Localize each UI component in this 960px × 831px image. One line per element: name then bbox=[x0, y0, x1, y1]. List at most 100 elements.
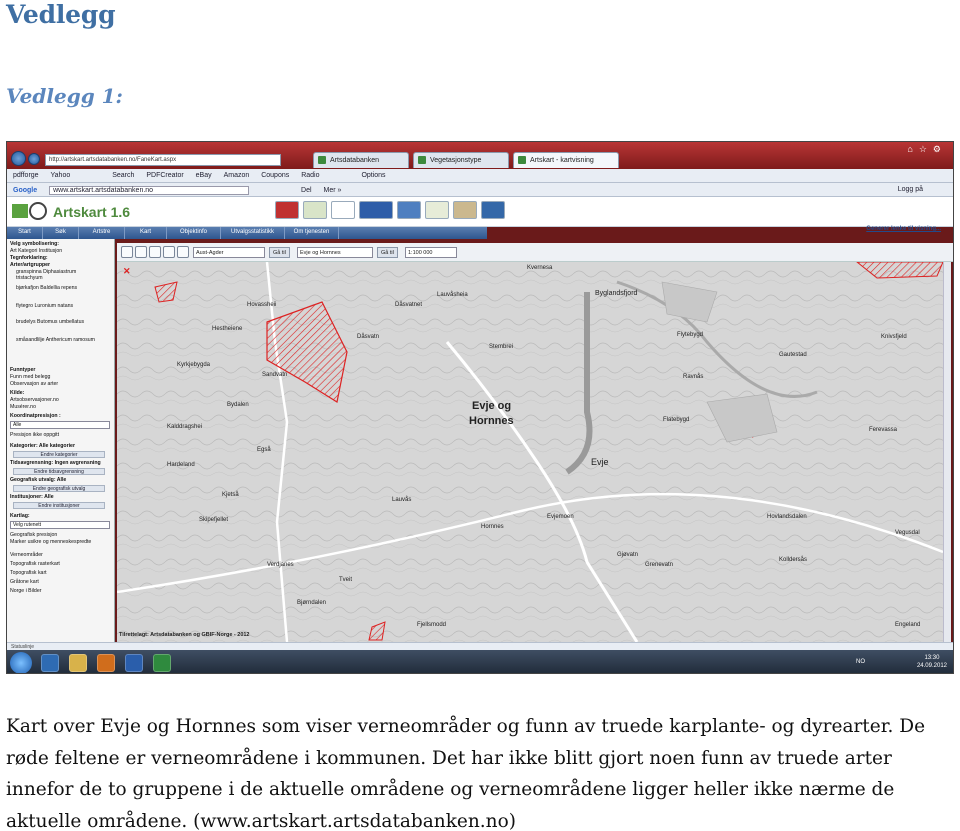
forward-icon[interactable] bbox=[28, 153, 40, 165]
tb-search[interactable]: Search bbox=[112, 172, 134, 179]
toolbar-google: Google www.artskart.artsdatabanken.no De… bbox=[7, 183, 953, 197]
clock-date: 24.09.2012 bbox=[916, 663, 947, 669]
checkbox-artsobservasjoner[interactable]: Artsobservasjoner.no bbox=[10, 397, 59, 403]
tab-utvalgsstatistikk[interactable]: Utvalgsstatistikk bbox=[221, 227, 285, 239]
sidebar-label: Funntyper bbox=[10, 367, 36, 373]
change-geo-button[interactable]: Endre geografisk utvalg bbox=[13, 485, 105, 492]
checkbox-museer[interactable]: Musérer.no bbox=[10, 404, 36, 410]
go-to-municipality-button[interactable]: Gå til bbox=[377, 247, 398, 258]
map-canvas[interactable]: Evje og Hornnes Evje Hornnes Byglandsfjo… bbox=[117, 262, 943, 642]
checkbox-geo-precision[interactable]: Geografisk presisjon bbox=[10, 532, 57, 538]
browser-tab-bar: http://artskart.artsdatabanken.no/FaneKa… bbox=[7, 142, 953, 169]
clock-time: 13:30 bbox=[924, 655, 940, 661]
tab-artstre[interactable]: Artstre bbox=[79, 227, 125, 239]
map-label: Hornnes bbox=[469, 415, 514, 427]
word-icon[interactable] bbox=[125, 654, 143, 672]
partner-logo[interactable] bbox=[303, 201, 327, 219]
tab-artskart[interactable]: Artskart - kartvisning bbox=[513, 152, 619, 168]
tb-ebay[interactable]: eBay bbox=[196, 172, 212, 179]
map-label: Byglandsfjord bbox=[595, 290, 638, 297]
sidebar-label: Geografisk utvalg: Alle bbox=[10, 477, 67, 483]
start-button-icon[interactable] bbox=[10, 652, 32, 673]
language-indicator[interactable]: NO bbox=[856, 659, 865, 665]
tab-artsdatabanken[interactable]: Artsdatabanken bbox=[313, 152, 409, 168]
map-label: Ferevassa bbox=[869, 427, 898, 433]
ie-icon[interactable] bbox=[41, 654, 59, 672]
tab-start[interactable]: Start bbox=[7, 227, 43, 239]
map-label: Flatebygd bbox=[663, 417, 690, 423]
checkbox-observasjon[interactable]: Observasjon av arter bbox=[10, 381, 58, 387]
zoom-out-icon[interactable] bbox=[163, 246, 175, 258]
address-bar[interactable]: http://artskart.artsdatabanken.no/FaneKa… bbox=[45, 154, 281, 166]
map-label: Dåsvatn bbox=[357, 334, 380, 340]
tb-mer[interactable]: Mer » bbox=[324, 187, 342, 194]
google-search-input[interactable]: www.artskart.artsdatabanken.no bbox=[49, 186, 250, 195]
partner-logo[interactable] bbox=[397, 201, 421, 219]
partner-logos bbox=[275, 201, 505, 221]
tab-objektinfo[interactable]: Objektinfo bbox=[167, 227, 221, 239]
checkbox-funn[interactable]: Funn med belegg bbox=[10, 374, 50, 380]
tb-options[interactable]: Options bbox=[361, 172, 385, 179]
sidebar-label: Velg symbolisering: bbox=[10, 241, 60, 247]
checkbox-presisjon[interactable]: Presisjon ikke oppgitt bbox=[10, 432, 59, 438]
map-label: Vegusdal bbox=[895, 530, 920, 536]
change-time-button[interactable]: Endre tidsavgrensning bbox=[13, 468, 105, 475]
back-icon[interactable] bbox=[11, 151, 26, 166]
map-label: Gjøvatn bbox=[617, 552, 639, 558]
radio-norge-i-bilder[interactable]: Norge i Bilder bbox=[10, 588, 41, 594]
tb-pdfforge[interactable]: pdfforge bbox=[13, 172, 39, 179]
map-scrollbar[interactable] bbox=[943, 262, 951, 642]
status-bar: Statuslinje bbox=[7, 642, 953, 650]
tb-coupons[interactable]: Coupons bbox=[261, 172, 289, 179]
tb-amazon[interactable]: Amazon bbox=[224, 172, 250, 179]
tb-pdfcreator[interactable]: PDFCreator bbox=[146, 172, 183, 179]
county-select[interactable]: Aust-Agder bbox=[193, 247, 265, 258]
media-player-icon[interactable] bbox=[97, 654, 115, 672]
pan-icon[interactable] bbox=[135, 246, 147, 258]
generate-link[interactable]: Generer lenke til visning... bbox=[866, 226, 941, 232]
symbolization-radios[interactable]: Art Kategori Institusjon bbox=[10, 248, 62, 254]
partner-logo[interactable] bbox=[453, 201, 477, 219]
go-to-county-button[interactable]: Gå til bbox=[269, 247, 290, 258]
window-controls[interactable]: ⌂☆⚙ bbox=[907, 144, 947, 155]
map-label: Lauvåsheia bbox=[437, 292, 468, 298]
partner-logo[interactable] bbox=[481, 201, 505, 219]
excel-icon[interactable] bbox=[153, 654, 171, 672]
close-icon[interactable]: ✕ bbox=[123, 266, 131, 277]
tab-vegetasjonstype[interactable]: Vegetasjonstype bbox=[413, 152, 509, 168]
checkbox-mark-uncertain[interactable]: Marker usikre og menneskespredte bbox=[10, 539, 91, 545]
sidebar-label: Koordinatpresisjon : bbox=[10, 413, 61, 419]
sidebar-label: Tidsavgrensning: Ingen avgrensning bbox=[10, 460, 101, 466]
radio-raster[interactable]: Topografisk rasterkart bbox=[10, 561, 60, 567]
municipality-select[interactable]: Evje og Hornnes bbox=[297, 247, 373, 258]
map-label: Knivsfjeld bbox=[881, 334, 907, 340]
map-label: Engeland bbox=[895, 622, 921, 628]
tb-yahoo[interactable]: Yahoo bbox=[51, 172, 71, 179]
tb-logg-pa[interactable]: Logg på bbox=[898, 186, 923, 193]
map-label: Skipefjellet bbox=[199, 517, 229, 523]
tab-om-tjenesten[interactable]: Om tjenesten bbox=[285, 227, 339, 239]
select-icon[interactable] bbox=[177, 246, 189, 258]
grid-select[interactable]: Velg rutenett bbox=[10, 521, 110, 529]
radio-gratone[interactable]: Gråtone kart bbox=[10, 579, 39, 585]
scale-select[interactable]: 1:100 000 bbox=[405, 247, 457, 258]
zoom-in-icon[interactable] bbox=[149, 246, 161, 258]
change-categories-button[interactable]: Endre kategorier bbox=[13, 451, 105, 458]
partner-logo[interactable] bbox=[425, 201, 449, 219]
partner-logo[interactable] bbox=[359, 201, 393, 219]
tb-radio[interactable]: Radio bbox=[301, 172, 319, 179]
radio-topo[interactable]: Topografisk kart bbox=[10, 570, 47, 576]
tab-kart[interactable]: Kart bbox=[125, 227, 167, 239]
precision-select[interactable]: Alle bbox=[10, 421, 110, 429]
info-icon[interactable] bbox=[121, 246, 133, 258]
legend-item: bjørkafjon Baldellia repens bbox=[16, 285, 78, 291]
change-institutions-button[interactable]: Endre institusjoner bbox=[13, 502, 105, 509]
explorer-icon[interactable] bbox=[69, 654, 87, 672]
tb-del[interactable]: Del bbox=[301, 187, 312, 194]
partner-logo[interactable] bbox=[331, 201, 355, 219]
taskbar-clock[interactable]: 13:30 24.09.2012 bbox=[917, 654, 947, 670]
screenshot-artskart: http://artskart.artsdatabanken.no/FaneKa… bbox=[6, 141, 954, 674]
tab-sok[interactable]: Søk bbox=[43, 227, 79, 239]
legend-item: tristachyum bbox=[16, 275, 43, 281]
checkbox-verneomrader[interactable]: Verneområder bbox=[10, 552, 43, 558]
